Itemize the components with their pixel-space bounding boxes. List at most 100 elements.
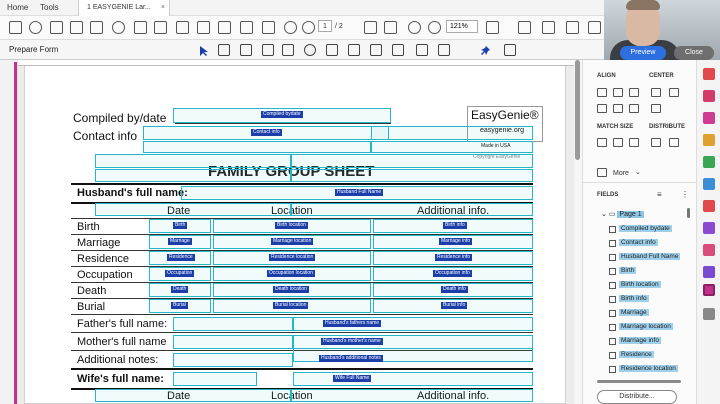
form-field-father-a[interactable] xyxy=(173,317,293,331)
pen-icon[interactable] xyxy=(588,21,601,34)
pin-icon[interactable] xyxy=(480,44,492,56)
create-pdf-icon[interactable] xyxy=(703,90,715,102)
zoom-out-icon[interactable] xyxy=(408,21,421,34)
organize-pages-icon[interactable] xyxy=(703,178,715,190)
export-pdf-icon[interactable] xyxy=(703,68,715,80)
more-icon[interactable] xyxy=(597,168,607,177)
dropdown-field-icon[interactable] xyxy=(326,44,338,56)
zoom-dropdown[interactable]: 121% xyxy=(446,20,478,33)
options-icon[interactable]: ⋮ xyxy=(681,190,689,199)
undo-icon[interactable] xyxy=(134,21,147,34)
preview-button[interactable]: Preview xyxy=(620,46,666,60)
document-canvas[interactable]: Compiled by/date Contact info EasyGenie®… xyxy=(18,60,574,404)
close-tab-icon[interactable]: × xyxy=(161,0,165,16)
keyboard-icon[interactable] xyxy=(518,21,531,34)
copy-icon[interactable] xyxy=(197,21,210,34)
new-file-icon[interactable] xyxy=(9,21,22,34)
hand-tool-icon[interactable] xyxy=(384,21,397,34)
mail-icon[interactable] xyxy=(262,21,275,34)
center-vertical-icon[interactable] xyxy=(669,88,679,97)
distribute-horizontal-icon[interactable] xyxy=(651,138,661,147)
search-icon[interactable] xyxy=(112,21,125,34)
field-list-item[interactable]: Marriage location xyxy=(609,322,689,333)
document-tab[interactable]: 1 EASYGENIE Lar... × xyxy=(78,0,170,16)
field-list-item[interactable]: Marriage info xyxy=(609,336,689,347)
form-field-line-4[interactable] xyxy=(95,169,291,182)
field-list-item[interactable]: Residence location xyxy=(609,364,689,375)
field-list-item[interactable]: Birth xyxy=(609,266,689,277)
cursor-icon[interactable] xyxy=(198,44,210,56)
more-chevron-icon[interactable]: ⌄ xyxy=(635,168,641,176)
form-field-line-3b[interactable] xyxy=(291,154,533,168)
sort-icon[interactable]: ≡ xyxy=(657,190,662,199)
tools-more-icon[interactable] xyxy=(703,308,715,320)
checkbox-icon[interactable] xyxy=(282,44,294,56)
form-field-notes-a[interactable] xyxy=(173,353,293,367)
cut-icon[interactable] xyxy=(176,21,189,34)
align-middle-icon[interactable] xyxy=(613,104,623,113)
match-height-icon[interactable] xyxy=(613,138,623,147)
page-number-input[interactable]: 1 xyxy=(318,20,332,32)
menu-home[interactable]: Home xyxy=(7,3,28,12)
field-list-item[interactable]: Residence xyxy=(609,350,689,361)
form-field-wife-a[interactable] xyxy=(173,372,257,386)
form-field-husband-3[interactable] xyxy=(291,203,533,216)
form-field-mother-a[interactable] xyxy=(173,335,293,349)
scrollbar-thumb[interactable] xyxy=(575,60,580,160)
list-box-icon[interactable] xyxy=(262,44,274,56)
field-list-item[interactable]: Marriage xyxy=(609,308,689,319)
edit-pdf-icon[interactable] xyxy=(703,112,715,124)
tree-expand-icon[interactable]: ⌄ xyxy=(601,211,607,218)
field-list-item[interactable]: Birth info xyxy=(609,294,689,305)
align-left-icon[interactable] xyxy=(597,88,607,97)
button-field-icon[interactable] xyxy=(348,44,360,56)
form-field-contact-right-2[interactable] xyxy=(371,141,533,153)
protect-icon[interactable] xyxy=(703,222,715,234)
image-field-icon[interactable] xyxy=(240,44,252,56)
scroll-down-icon[interactable] xyxy=(302,21,315,34)
distribute-button[interactable]: Distribute... xyxy=(597,390,677,404)
comment-icon[interactable] xyxy=(542,21,555,34)
close-button[interactable]: Close xyxy=(674,46,714,60)
form-field-husband-2[interactable] xyxy=(95,203,291,216)
save-icon[interactable] xyxy=(70,21,83,34)
form-field-contact-right[interactable] xyxy=(371,126,533,140)
combine-files-icon[interactable] xyxy=(703,156,715,168)
upload-icon[interactable] xyxy=(50,21,63,34)
comment-tool-icon[interactable] xyxy=(703,134,715,146)
center-horizontal-icon[interactable] xyxy=(651,88,661,97)
form-field-line-3[interactable] xyxy=(95,154,291,168)
fit-page-icon[interactable] xyxy=(486,21,499,34)
barcode-icon[interactable] xyxy=(392,44,404,56)
match-width-icon[interactable] xyxy=(597,138,607,147)
redo-icon[interactable] xyxy=(154,21,167,34)
distribute-vertical-icon[interactable] xyxy=(669,138,679,147)
match-both-icon[interactable] xyxy=(629,138,639,147)
zoom-in-icon[interactable] xyxy=(428,21,441,34)
center-both-icon[interactable] xyxy=(651,104,661,113)
tree-page-node[interactable]: ⌄ ▭ Page 1 xyxy=(601,210,644,218)
scroll-up-icon[interactable] xyxy=(284,21,297,34)
form-field-wife-3[interactable] xyxy=(291,389,533,402)
align-center-icon[interactable] xyxy=(613,88,623,97)
field-list-item[interactable]: Contact info xyxy=(609,238,689,249)
highlight-icon[interactable] xyxy=(566,21,579,34)
form-field-contact-2[interactable] xyxy=(143,141,371,153)
text-field-icon[interactable] xyxy=(218,44,230,56)
star-icon[interactable] xyxy=(29,21,42,34)
date-field-icon[interactable] xyxy=(416,44,428,56)
paste-icon[interactable] xyxy=(218,21,231,34)
tree-scroll-thumb[interactable] xyxy=(687,208,690,218)
redact-icon[interactable] xyxy=(703,200,715,212)
align-bottom-icon[interactable] xyxy=(629,104,639,113)
text-tool-icon[interactable] xyxy=(438,44,450,56)
field-list-item[interactable]: Husband Full Name xyxy=(609,252,689,263)
align-right-icon[interactable] xyxy=(629,88,639,97)
menu-tools[interactable]: Tools xyxy=(40,3,59,12)
select-tool-icon[interactable] xyxy=(364,21,377,34)
form-field-wife-2[interactable] xyxy=(95,389,291,402)
vertical-scrollbar[interactable] xyxy=(574,60,582,404)
field-list-scrollbar[interactable] xyxy=(597,380,681,383)
print-icon[interactable] xyxy=(90,21,103,34)
field-list-item[interactable]: Compiled bydate xyxy=(609,224,689,235)
